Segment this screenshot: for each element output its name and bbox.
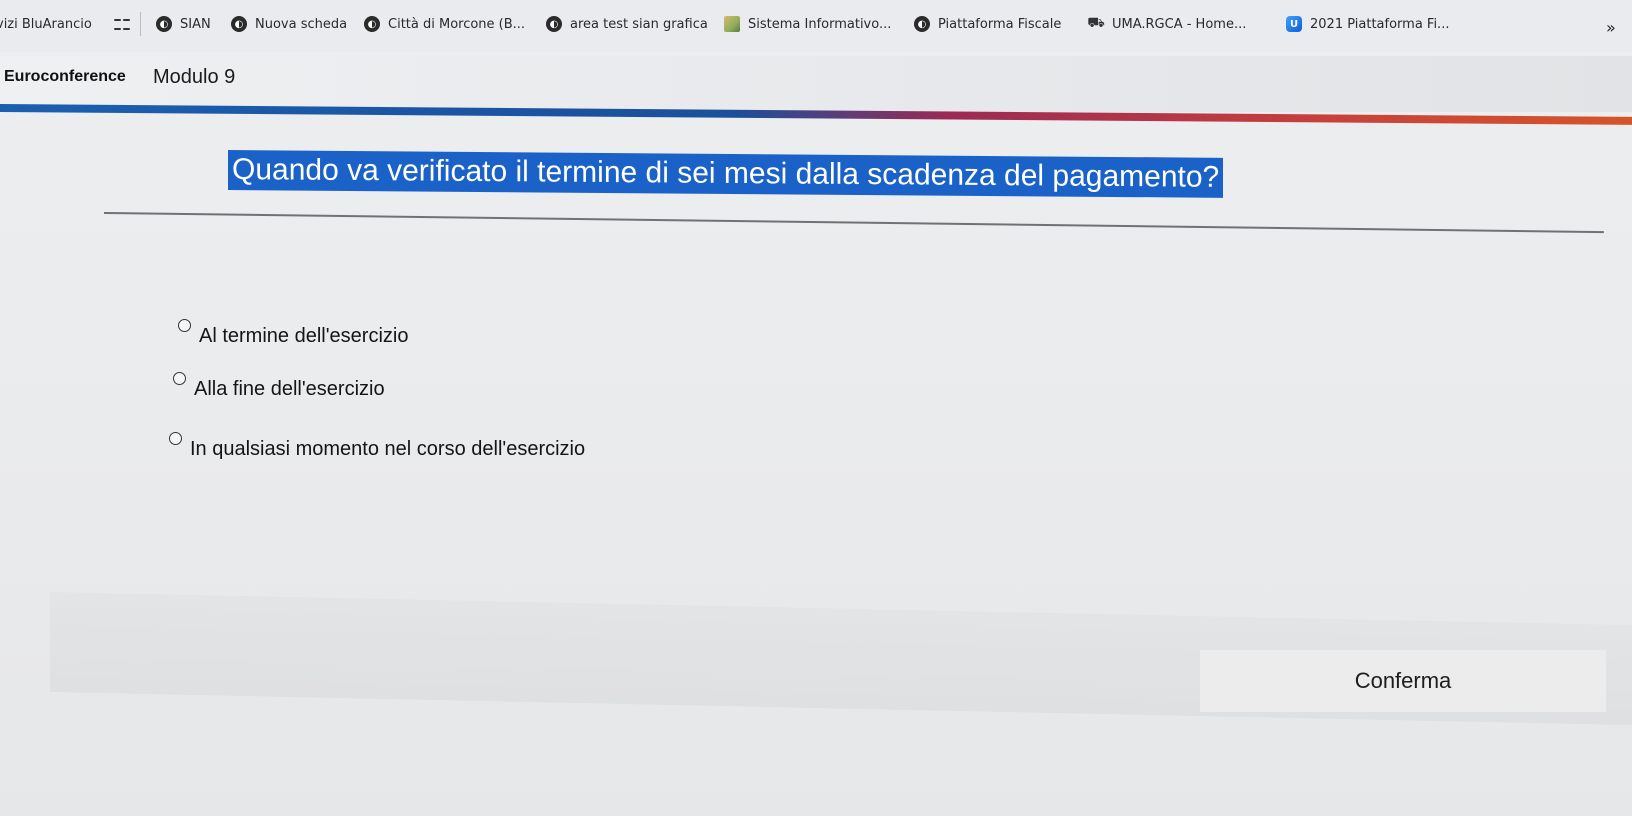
bookmark-nuova-scheda[interactable]: ◐ Nuova scheda — [231, 14, 347, 34]
answer-label: In qualsiasi momento nel corso dell'eser… — [190, 438, 586, 460]
bookmark-label: Nuova scheda — [255, 16, 348, 32]
more-bookmarks-button[interactable]: » — [1606, 18, 1616, 37]
bookmark-label: vizi BluArancio — [0, 16, 92, 32]
bookmark-sian[interactable]: ◐ SIAN — [156, 14, 211, 34]
bookmark-label: Sistema Informativo... — [748, 16, 892, 32]
answer-option-2[interactable]: Alla fine dell'esercizio — [173, 372, 385, 401]
bookmark-label: Città di Morcone (B... — [388, 16, 526, 32]
answer-option-3[interactable]: In qualsiasi momento nel corso dell'eser… — [169, 432, 586, 461]
module-title: Modulo 9 — [153, 66, 236, 88]
radio-button[interactable] — [173, 372, 186, 385]
bookmarks-bar: vizi BluArancio ◐ SIAN ◐ Nuova scheda ◐ … — [0, 0, 1632, 52]
answer-label: Al termine dell'esercizio — [199, 325, 409, 347]
bookmark-2021-piattaforma[interactable]: U 2021 Piattaforma Fi... — [1286, 14, 1449, 34]
radio-button[interactable] — [178, 319, 191, 332]
bookmark-piattaforma-fiscale[interactable]: ◐ Piattaforma Fiscale — [914, 14, 1061, 34]
globe-icon: ◐ — [156, 16, 172, 32]
bookmark-bluarancio[interactable]: vizi BluArancio — [0, 14, 92, 34]
apps-button[interactable] — [114, 14, 130, 34]
apps-grid-icon — [114, 16, 130, 32]
bookmark-label: SIAN — [180, 16, 211, 32]
bookmark-label: Piattaforma Fiscale — [938, 16, 1062, 32]
course-header — [0, 56, 1632, 112]
image-icon — [724, 16, 740, 32]
globe-icon: ◐ — [914, 16, 930, 32]
globe-icon: ◐ — [231, 16, 247, 32]
bookmarks-separator — [140, 12, 141, 36]
confirm-button[interactable]: Conferma — [1200, 650, 1606, 712]
bookmark-uma-rgca[interactable]: ⛟ UMA.RGCA - Home... — [1087, 14, 1247, 34]
bookmark-area-test[interactable]: ◐ area test sian grafica — [546, 14, 708, 34]
radio-button[interactable] — [169, 432, 182, 445]
globe-icon: ◐ — [546, 16, 562, 32]
question-divider — [103, 212, 1604, 234]
bookmark-sistema-informativo[interactable]: Sistema Informativo... — [724, 14, 891, 34]
globe-icon: ◐ — [364, 16, 380, 32]
u-logo-icon: U — [1286, 16, 1302, 32]
tractor-icon: ⛟ — [1087, 15, 1105, 31]
brand-logo-text: Euroconference — [4, 68, 126, 85]
question-text: Quando va verificato il termine di sei m… — [228, 150, 1224, 198]
answer-label: Alla fine dell'esercizio — [194, 378, 385, 400]
bookmark-label: 2021 Piattaforma Fi... — [1310, 16, 1450, 32]
bookmark-label: UMA.RGCA - Home... — [1112, 16, 1247, 32]
bookmark-label: area test sian grafica — [570, 16, 708, 32]
bookmark-citta-morcone[interactable]: ◐ Città di Morcone (B... — [364, 14, 525, 34]
answer-option-1[interactable]: Al termine dell'esercizio — [178, 319, 409, 348]
